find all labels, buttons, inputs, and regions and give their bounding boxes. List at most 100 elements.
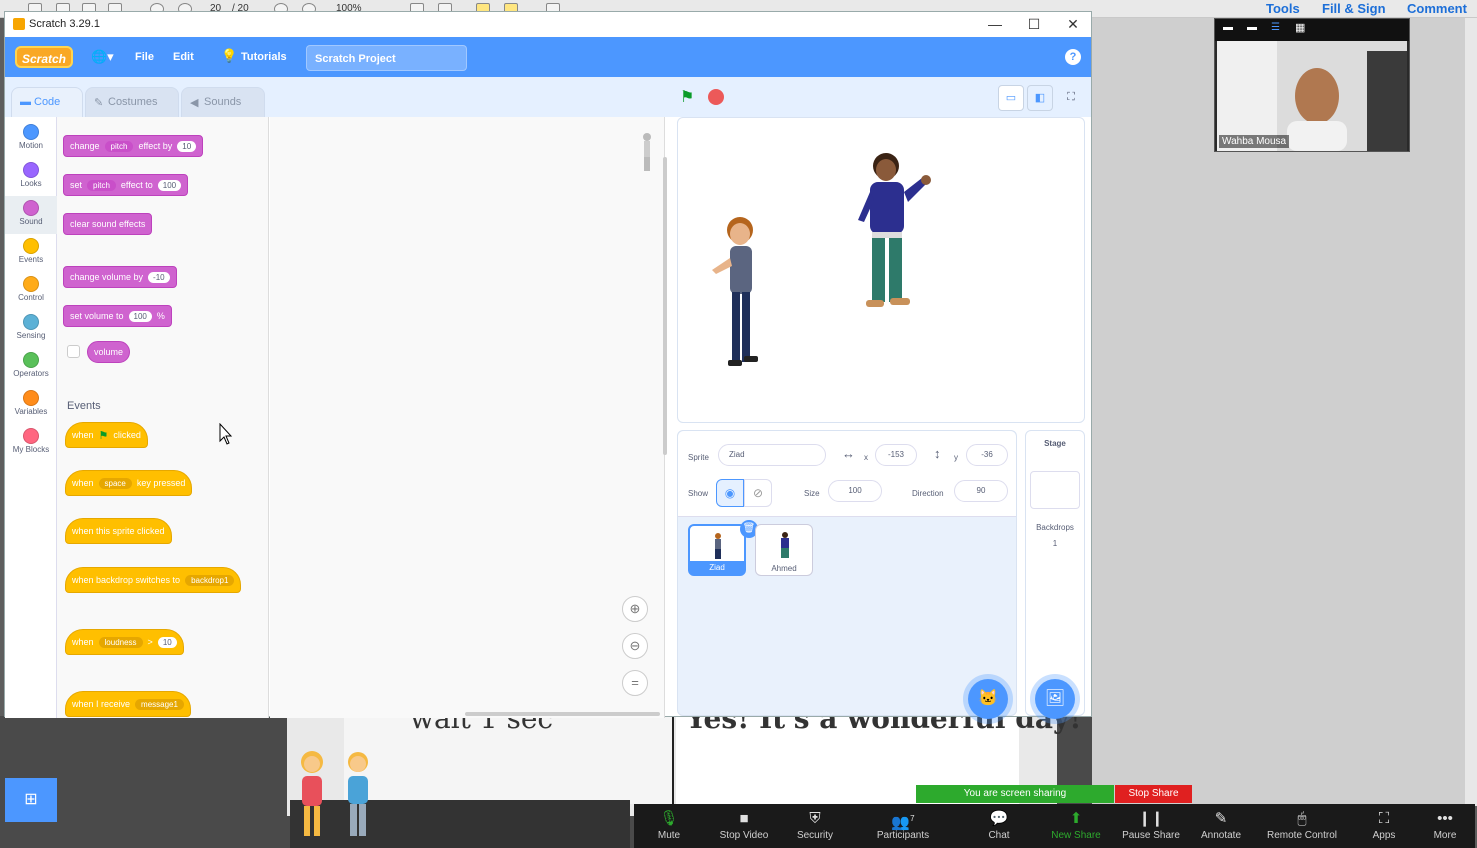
block-when-i-receive[interactable]: when I receive message1 [65,691,191,717]
scripts-vertical-scrollbar[interactable] [663,157,667,455]
category-motion[interactable]: Motion [5,120,57,158]
minimize-button[interactable]: — [980,15,1010,33]
sprite-name-input[interactable]: Ziad [718,444,826,466]
value-input[interactable]: 100 [157,179,182,191]
value-input[interactable]: 100 [128,310,152,322]
choose-sprite-button[interactable]: 🐱 [968,679,1008,719]
maximize-button[interactable]: ☐ [1019,15,1049,33]
block-change-effect[interactable]: change pitch effect by 10 [63,135,204,157]
globe-icon[interactable]: 🌐▾ [91,49,114,65]
category-sensing[interactable]: Sensing [5,310,57,348]
effect-dropdown[interactable]: pitch [104,140,134,152]
sprite-label: Sprite [688,453,709,462]
block-clear-sound-effects[interactable]: clear sound effects [63,213,153,235]
value-input[interactable]: -10 [148,271,170,283]
size-input[interactable]: 100 [828,480,882,502]
tab-comment[interactable]: Comment [1407,1,1467,16]
category-my-blocks[interactable]: My Blocks [5,424,57,462]
apps-button[interactable]: ⛶ Apps [1370,808,1398,848]
category-operators[interactable]: Operators [5,348,57,386]
direction-input[interactable]: 90 [954,480,1008,502]
more-button[interactable]: ••• More [1430,808,1460,848]
green-flag-button[interactable]: ⚑ [680,87,694,107]
sensor-dropdown[interactable]: loudness [98,636,143,648]
zoom-reset-button[interactable]: = [622,670,648,696]
value-input[interactable]: 10 [177,140,197,152]
gallery-view-icon[interactable]: ▦ [1295,21,1305,34]
block-volume-reporter[interactable]: volume [87,341,131,363]
category-label: Sound [19,217,43,226]
scripts-horizontal-scrollbar[interactable] [465,712,660,716]
sprite-thumb-ahmed[interactable]: Ahmed [755,524,813,576]
mute-button[interactable]: 🎙 Mute [648,808,690,848]
menu-file[interactable]: File [135,51,154,63]
block-when-backdrop-switches[interactable]: when backdrop switches to backdrop1 [65,567,242,593]
category-control[interactable]: Control [5,272,57,310]
volume-checkbox[interactable] [67,345,80,358]
show-hidden-button[interactable]: ⊘ [744,479,772,507]
category-sound[interactable]: Sound [5,196,57,234]
tab-code[interactable]: ▬ Code [11,87,83,117]
participants-button[interactable]: 👥7 Participants [872,808,934,848]
help-icon[interactable]: ? [1065,49,1081,65]
menu-edit[interactable]: Edit [173,51,194,63]
zoom-in-button[interactable]: ⊕ [622,596,648,622]
mute-label: Mute [657,830,681,841]
scripts-area[interactable]: ⊕ ⊖ = [270,117,667,718]
block-when-loudness[interactable]: when loudness > 10 [65,629,184,655]
project-title-input[interactable]: Scratch Project [306,45,467,71]
block-set-effect[interactable]: set pitch effect to 100 [63,174,189,196]
block-when-key-pressed[interactable]: when space key pressed [65,470,193,496]
block-change-volume[interactable]: change volume by -10 [63,266,177,288]
pause-share-button[interactable]: ❙❙ Pause Share [1122,808,1180,848]
key-dropdown[interactable]: space [98,477,132,489]
effect-dropdown[interactable]: pitch [87,179,116,191]
add-extension-button[interactable]: ⊞ [5,778,57,822]
tab-fill-sign[interactable]: Fill & Sign [1322,1,1386,16]
remote-control-button[interactable]: 🖱 Remote Control [1264,808,1340,848]
stage-canvas[interactable] [677,117,1085,423]
control-dot [23,276,39,292]
single-view-icon[interactable]: ▬ [1247,22,1257,33]
category-events[interactable]: Events [5,234,57,272]
video-tile[interactable]: ▬ ▬ ☰ ▦ Wahba Mousa [1214,18,1410,152]
block-when-sprite-clicked[interactable]: when this sprite clicked [65,518,172,544]
close-button[interactable]: ✕ [1058,15,1088,33]
small-stage-button[interactable]: ▭ [998,85,1024,111]
backdrop-dropdown[interactable]: backdrop1 [185,574,235,586]
sprite-thumb-ziad[interactable]: 🗑 Ziad [688,520,758,576]
scratch-app-icon [13,18,25,30]
choose-backdrop-button[interactable]: 🖼 [1035,679,1075,719]
block-when-flag-clicked[interactable]: when ⚑ clicked [65,422,148,448]
zoom-out-button[interactable]: ⊖ [622,633,648,659]
value-input[interactable]: 10 [157,636,177,648]
security-button[interactable]: ⛨ Security [792,808,838,848]
stop-button[interactable] [708,89,724,105]
y-input[interactable]: -36 [966,444,1008,466]
menu-tutorials[interactable]: Tutorials [241,51,287,63]
normal-stage-button[interactable]: ◧ [1027,85,1053,111]
chat-button[interactable]: 💬 Chat [984,808,1014,848]
pdf-scrollbar[interactable] [1465,18,1477,806]
annotate-button[interactable]: ✎ Annotate [1198,808,1244,848]
category-variables[interactable]: Variables [5,386,57,424]
fullscreen-icon[interactable]: ⛶ [1058,85,1084,111]
message-dropdown[interactable]: message1 [135,698,184,710]
sprite-ziad[interactable] [708,216,768,382]
speaker-view-icon[interactable]: ☰ [1271,22,1280,33]
show-visible-button[interactable]: ◉ [716,479,744,507]
block-set-volume[interactable]: set volume to 100 % [63,305,172,327]
x-input[interactable]: -153 [875,444,917,466]
stop-video-button[interactable]: ■ Stop Video [714,808,774,848]
tab-costumes[interactable]: ✎ Costumes [85,87,179,117]
minimize-video-icon[interactable]: ▬ [1223,22,1233,33]
stop-share-button[interactable]: Stop Share [1115,785,1192,803]
tab-sounds[interactable]: ◀ Sounds [181,87,265,117]
stage-selector[interactable]: Stage Backdrops 1 🖼 [1025,430,1085,719]
new-share-button[interactable]: ⬆ New Share [1048,808,1104,848]
category-looks[interactable]: Looks [5,158,57,196]
tab-tools[interactable]: Tools [1266,1,1300,16]
scratch-logo[interactable]: Scratch [15,46,73,68]
category-label: Operators [13,369,49,378]
sprite-ahmed[interactable] [850,150,934,314]
